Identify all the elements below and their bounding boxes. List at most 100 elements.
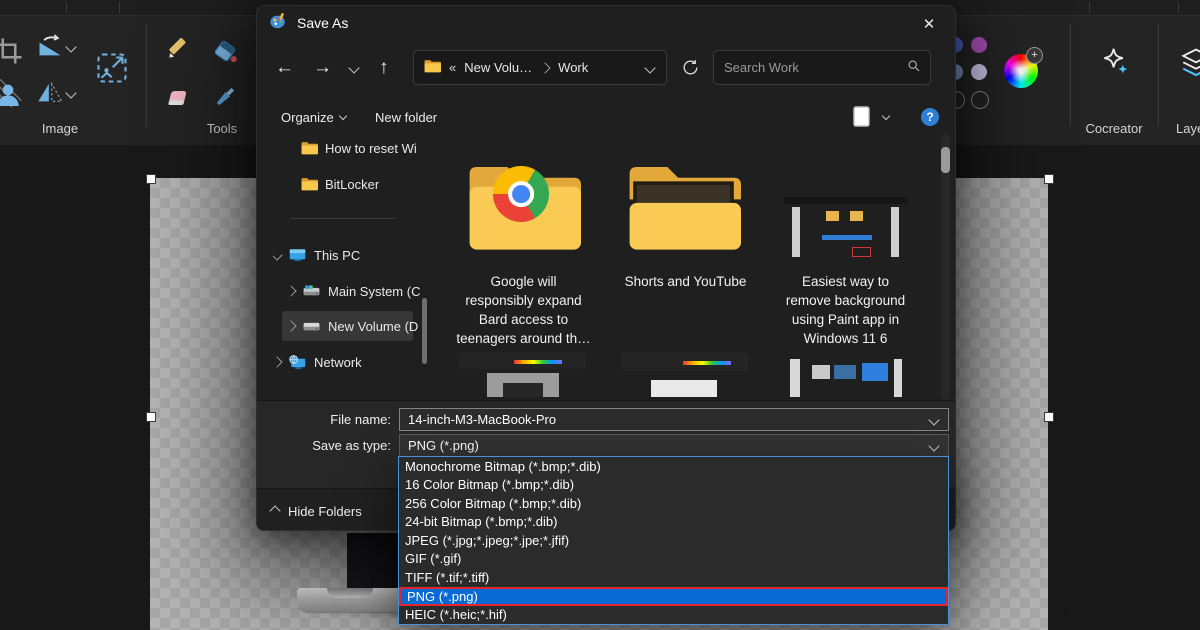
color-swatch-purple[interactable] xyxy=(971,37,987,53)
dropdown-option[interactable]: 24-bit Bitmap (*.bmp;*.dib) xyxy=(399,513,948,532)
organize-label: Organize xyxy=(281,110,334,125)
sidebar-item-this-pc[interactable]: This PC xyxy=(273,240,360,270)
breadcrumb-parent[interactable]: New Volu… xyxy=(464,60,532,75)
refresh-icon[interactable] xyxy=(681,58,700,82)
this-pc-icon xyxy=(288,247,307,264)
file-list-scrollbar-track[interactable] xyxy=(941,134,950,400)
breadcrumb-current[interactable]: Work xyxy=(558,60,588,75)
folder-icon xyxy=(626,159,741,254)
layers-icon[interactable] xyxy=(1176,46,1200,85)
drive-icon xyxy=(302,318,321,334)
layers-section-label[interactable]: Layers xyxy=(1176,121,1200,136)
new-folder-button[interactable]: New folder xyxy=(375,102,437,132)
selection-handle-mid-left[interactable] xyxy=(146,412,156,422)
sidebar-item-how-to-reset[interactable]: How to reset Wi xyxy=(301,133,417,163)
file-item-label[interactable]: Google willresponsibly expand Bard acces… xyxy=(451,272,596,348)
flip-icon[interactable] xyxy=(36,78,64,111)
remove-background-icon[interactable] xyxy=(0,78,24,115)
tree-expand-chevron-icon[interactable] xyxy=(287,320,297,331)
recent-locations-chevron-icon[interactable] xyxy=(348,62,359,73)
file-name-input[interactable]: 14-inch-M3-MacBook-Pro xyxy=(399,408,949,431)
search-input[interactable] xyxy=(714,60,906,75)
divider xyxy=(1178,2,1179,13)
tools-section-label: Tools xyxy=(182,121,262,136)
cocreator-icon[interactable] xyxy=(1098,46,1132,85)
search-icon xyxy=(906,58,922,77)
rotate-dropdown-chevron-icon[interactable] xyxy=(65,41,76,52)
dropdown-option[interactable]: 16 Color Bitmap (*.bmp;*.dib) xyxy=(399,476,948,495)
file-item-screenshot[interactable] xyxy=(784,197,907,265)
folder-icon xyxy=(424,59,441,76)
chevron-up-icon xyxy=(269,505,280,516)
address-dropdown-chevron-icon[interactable] xyxy=(644,62,655,73)
resize-image-icon[interactable] xyxy=(94,50,130,91)
flip-dropdown-chevron-icon[interactable] xyxy=(65,87,76,98)
tree-expand-chevron-icon[interactable] xyxy=(273,356,283,367)
system-drive-icon xyxy=(302,283,321,299)
sidebar-scrollbar[interactable] xyxy=(422,298,427,364)
view-mode-icon[interactable] xyxy=(851,105,873,134)
back-button[interactable]: ← xyxy=(275,57,294,79)
add-color-plus-icon[interactable]: + xyxy=(1026,47,1043,64)
dropdown-option[interactable]: Monochrome Bitmap (*.bmp;*.dib) xyxy=(399,457,948,476)
section-divider xyxy=(1070,24,1071,126)
paint-app-window: Image xyxy=(0,0,1200,630)
dropdown-option-selected-png[interactable]: PNG (*.png) xyxy=(399,587,948,606)
eraser-icon[interactable] xyxy=(164,84,192,117)
sidebar-item-bitlocker[interactable]: BitLocker xyxy=(301,169,379,199)
organize-chevron-icon xyxy=(339,111,347,119)
organize-button[interactable]: Organize xyxy=(281,102,346,132)
section-divider xyxy=(1158,24,1159,126)
folder-icon xyxy=(301,141,318,155)
tree-expand-chevron-icon[interactable] xyxy=(287,285,297,296)
file-item-screenshot-partial[interactable] xyxy=(782,353,909,399)
sidebar-item-network[interactable]: Network xyxy=(273,347,362,377)
breadcrumb-overflow[interactable]: « xyxy=(449,60,456,75)
sidebar-item-label: Network xyxy=(314,355,362,370)
save-type-chevron-icon[interactable] xyxy=(928,440,939,451)
file-item-label[interactable]: Shorts and YouTube xyxy=(613,272,758,291)
paint-logo-icon xyxy=(269,12,287,35)
fill-bucket-icon[interactable] xyxy=(210,36,240,71)
pencil-icon[interactable] xyxy=(163,36,191,69)
file-item-label[interactable]: Easiest way toremove background using Pa… xyxy=(773,272,918,348)
up-button[interactable]: ↑ xyxy=(379,57,389,79)
forward-button[interactable]: → xyxy=(313,57,332,79)
divider xyxy=(66,2,67,13)
tree-expand-chevron-icon[interactable] xyxy=(273,249,283,260)
sidebar-item-main-system[interactable]: Main System (C xyxy=(287,276,420,306)
new-folder-label: New folder xyxy=(375,110,437,125)
file-item-screenshot-partial[interactable] xyxy=(621,353,748,399)
color-swatch-lavender[interactable] xyxy=(971,64,987,80)
file-name-chevron-icon[interactable] xyxy=(928,414,939,425)
selection-handle-top-left[interactable] xyxy=(146,174,156,184)
dialog-titlebar[interactable]: Save As xyxy=(257,6,955,40)
view-mode-chevron-icon[interactable] xyxy=(882,112,890,120)
file-item-google-folder[interactable] xyxy=(466,159,581,254)
color-picker-icon[interactable] xyxy=(211,83,239,116)
hide-folders-button[interactable]: Hide Folders xyxy=(271,501,362,521)
save-type-select[interactable]: PNG (*.png) xyxy=(399,434,949,457)
file-item-shorts-folder[interactable] xyxy=(626,159,741,254)
selection-handle-mid-right[interactable] xyxy=(1044,412,1054,422)
close-button[interactable]: ✕ xyxy=(917,12,941,36)
sidebar-item-new-volume[interactable]: New Volume (D xyxy=(287,311,418,341)
divider xyxy=(1089,2,1090,13)
dropdown-option[interactable]: GIF (*.gif) xyxy=(399,550,948,569)
crop-icon[interactable] xyxy=(0,36,24,71)
dropdown-option[interactable]: HEIC (*.heic;*.hif) xyxy=(399,606,948,625)
dialog-title: Save As xyxy=(297,15,348,31)
color-swatch-empty[interactable] xyxy=(971,91,989,109)
cocreator-section-label[interactable]: Cocreator xyxy=(1074,121,1154,136)
help-button[interactable]: ? xyxy=(921,108,939,126)
file-item-screenshot-partial[interactable] xyxy=(459,353,586,399)
dropdown-option[interactable]: 256 Color Bitmap (*.bmp;*.dib) xyxy=(399,494,948,513)
dropdown-option[interactable]: JPEG (*.jpg;*.jpeg;*.jpe;*.jfif) xyxy=(399,531,948,550)
selection-handle-top-right[interactable] xyxy=(1044,174,1054,184)
address-bar[interactable]: « New Volu… Work xyxy=(413,50,667,85)
rotate-icon[interactable] xyxy=(36,32,64,65)
search-box[interactable] xyxy=(713,50,931,85)
file-list-scrollbar-thumb[interactable] xyxy=(941,147,950,173)
sidebar-divider xyxy=(291,218,396,219)
dropdown-option[interactable]: TIFF (*.tif;*.tiff) xyxy=(399,568,948,587)
